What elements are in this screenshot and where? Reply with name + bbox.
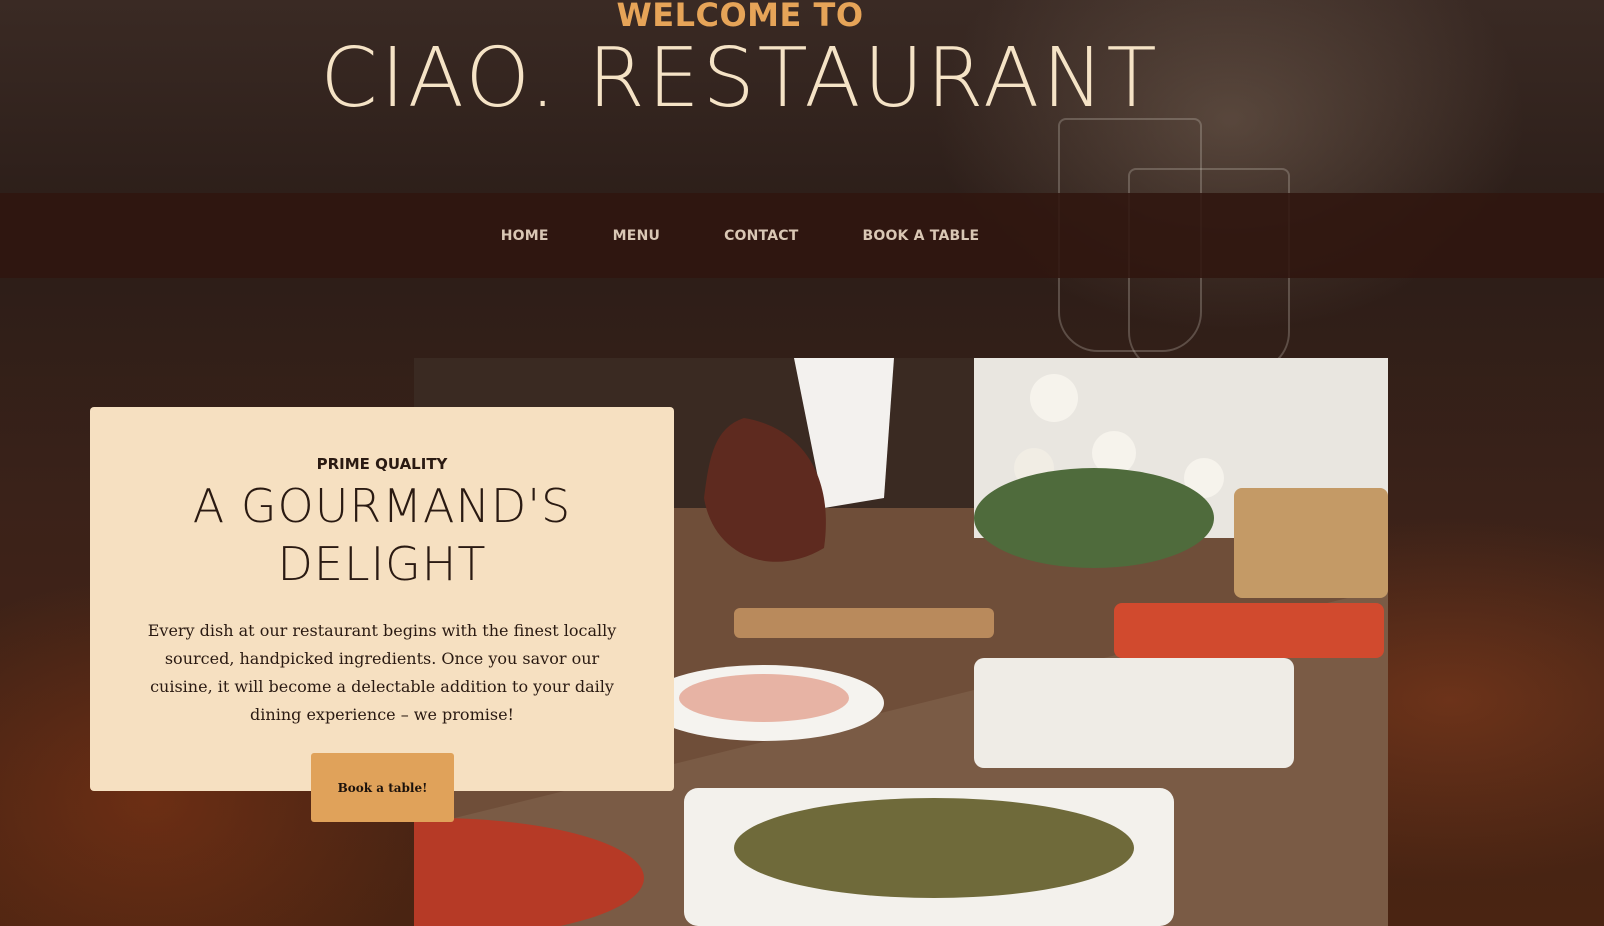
hero-header: WELCOME TO CIAO. RESTAURANT [0, 0, 1604, 193]
restaurant-name: CIAO. RESTAURANT [320, 31, 1160, 126]
feature-card: PRIME QUALITY A GOURMAND'S DELIGHT Every… [90, 407, 674, 791]
nav-link-home[interactable]: HOME [469, 228, 581, 244]
book-table-button[interactable]: Book a table! [311, 753, 454, 822]
nav-link-menu[interactable]: MENU [581, 228, 692, 244]
feature-title: A GOURMAND'S DELIGHT [192, 479, 572, 591]
photo-cutting-board [734, 608, 994, 638]
nav-item-home: HOME [469, 228, 581, 244]
photo-olives [734, 798, 1134, 898]
feature-eyebrow: PRIME QUALITY [316, 455, 448, 473]
photo-tomato-tray [1114, 603, 1384, 658]
nav-link-contact[interactable]: CONTACT [692, 228, 830, 244]
nav-item-book-a-table: BOOK A TABLE [830, 228, 1011, 244]
photo-white-rose [1030, 374, 1078, 422]
nav-item-contact: CONTACT [692, 228, 830, 244]
photo-appetizer-tray [974, 658, 1294, 768]
nav-list: HOME MENU CONTACT BOOK A TABLE [0, 193, 1480, 278]
nav-item-menu: MENU [581, 228, 692, 244]
main-navigation: HOME MENU CONTACT BOOK A TABLE [0, 193, 1604, 278]
photo-bread-basket [1234, 488, 1388, 598]
photo-greenery [974, 468, 1214, 568]
feature-description: Every dish at our restaurant begins with… [147, 621, 617, 724]
welcome-heading: WELCOME TO [616, 0, 864, 34]
photo-sliced-ham [679, 674, 849, 722]
nav-link-book-a-table[interactable]: BOOK A TABLE [830, 228, 1011, 244]
